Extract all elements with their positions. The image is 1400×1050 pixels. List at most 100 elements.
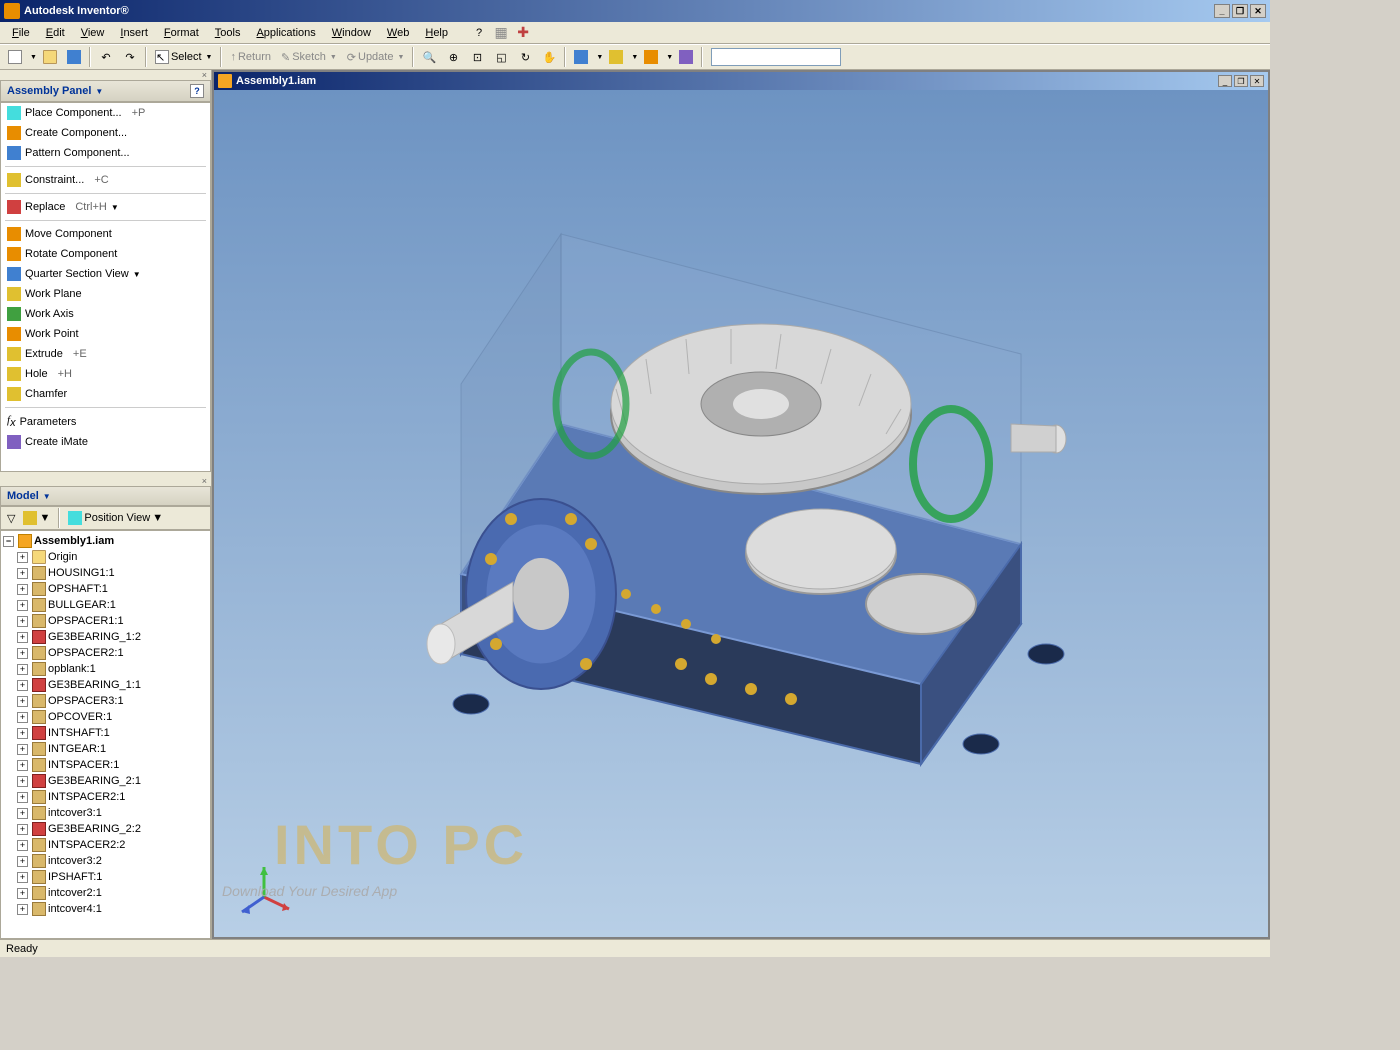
main-toolbar: ▼ ↶ ↷ ↖Select▼ ↑Return ✎Sketch▼ ⟳Update▼… — [0, 44, 1270, 70]
tree-item-housing1-1[interactable]: +HOUSING1:1 — [3, 565, 208, 581]
assembly-panel-body: Place Component...+PCreate Component...P… — [0, 102, 211, 472]
update-tool[interactable]: ⟳Update▼ — [343, 51, 409, 64]
watermark-text: INTO PC — [274, 812, 528, 877]
analyze-button[interactable] — [675, 46, 697, 68]
model-close-x[interactable]: × — [0, 476, 211, 486]
panel-item-work-axis[interactable]: Work Axis — [1, 304, 210, 324]
panel-item-move-component[interactable]: Move Component — [1, 224, 210, 244]
tree-item-opcover-1[interactable]: +OPCOVER:1 — [3, 709, 208, 725]
persp-button[interactable] — [640, 46, 662, 68]
tree-item-intcover4-1[interactable]: +intcover4:1 — [3, 901, 208, 917]
menu-web[interactable]: Web — [379, 25, 417, 41]
select-tool[interactable]: ↖Select▼ — [151, 50, 217, 64]
pan-button[interactable]: ✋ — [538, 46, 560, 68]
tree-item-ge3bearing-2-1[interactable]: +GE3BEARING_2:1 — [3, 773, 208, 789]
viewport-titlebar: Assembly1.iam _ ❐ ✕ — [214, 72, 1268, 90]
new-button[interactable] — [4, 46, 26, 68]
filter2-button[interactable]: ▼ — [21, 509, 52, 527]
tree-item-ge3bearing-1-1[interactable]: +GE3BEARING_1:1 — [3, 677, 208, 693]
panel-close-x[interactable]: × — [0, 70, 211, 80]
open-button[interactable] — [39, 46, 61, 68]
app-icon — [4, 3, 20, 19]
menu-applications[interactable]: Applications — [248, 25, 323, 41]
assembly-icon — [218, 74, 232, 88]
tree-item-origin[interactable]: +Origin — [3, 549, 208, 565]
menu-help[interactable]: Help — [417, 25, 456, 41]
tree-item-opshaft-1[interactable]: +OPSHAFT:1 — [3, 581, 208, 597]
menubar: FileEditViewInsertFormatToolsApplication… — [0, 22, 1270, 44]
zoom-fit-button[interactable]: ◱ — [490, 46, 512, 68]
status-text: Ready — [6, 943, 38, 955]
panel-help-icon[interactable]: ? — [190, 84, 204, 98]
panel-item-create-component-[interactable]: Create Component... — [1, 123, 210, 143]
undo-button[interactable]: ↶ — [95, 46, 117, 68]
panel-item-quarter-section-view[interactable]: Quarter Section View ▼ — [1, 264, 210, 284]
vp-minimize-button[interactable]: _ — [1218, 75, 1232, 87]
statusbar: Ready — [0, 939, 1270, 957]
app-titlebar: Autodesk Inventor® _ ❐ ✕ — [0, 0, 1270, 22]
zoom-window-button[interactable]: ⊡ — [466, 46, 488, 68]
tree-item-intcover3-1[interactable]: +intcover3:1 — [3, 805, 208, 821]
vp-close-button[interactable]: ✕ — [1250, 75, 1264, 87]
menu-file[interactable]: File — [4, 25, 38, 41]
panel-item-place-component-[interactable]: Place Component...+P — [1, 103, 210, 123]
restore-button[interactable]: ❐ — [1232, 4, 1248, 18]
tree-item-intgear-1[interactable]: +INTGEAR:1 — [3, 741, 208, 757]
model-panel-header[interactable]: Model▼ — [0, 486, 211, 506]
menu-format[interactable]: Format — [156, 25, 207, 41]
plus-icon[interactable]: ✚ — [512, 22, 534, 44]
save-button[interactable] — [63, 46, 85, 68]
3d-viewport[interactable]: INTO PC Download Your Desired App — [214, 90, 1268, 937]
tree-item-intspacer2-1[interactable]: +INTSPACER2:1 — [3, 789, 208, 805]
zoom-button[interactable]: 🔍 — [418, 46, 440, 68]
return-tool[interactable]: ↑Return — [226, 51, 275, 63]
sketch-tool[interactable]: ✎Sketch▼ — [277, 51, 341, 64]
panel-item-replace[interactable]: ReplaceCtrl+H ▼ — [1, 197, 210, 217]
menu-tools[interactable]: Tools — [207, 25, 249, 41]
tree-root[interactable]: −Assembly1.iam — [3, 533, 208, 549]
display-mode-button[interactable] — [570, 46, 592, 68]
material-combo[interactable] — [711, 48, 841, 66]
shadow-button[interactable] — [605, 46, 627, 68]
tree-item-bullgear-1[interactable]: +BULLGEAR:1 — [3, 597, 208, 613]
panel-item-pattern-component-[interactable]: Pattern Component... — [1, 143, 210, 163]
tree-item-intshaft-1[interactable]: +INTSHAFT:1 — [3, 725, 208, 741]
tree-item-ipshaft-1[interactable]: +IPSHAFT:1 — [3, 869, 208, 885]
menu-insert[interactable]: Insert — [112, 25, 156, 41]
panel-item-chamfer[interactable]: Chamfer — [1, 384, 210, 404]
tree-item-opspacer3-1[interactable]: +OPSPACER3:1 — [3, 693, 208, 709]
tree-item-opspacer2-1[interactable]: +OPSPACER2:1 — [3, 645, 208, 661]
redo-button[interactable]: ↷ — [119, 46, 141, 68]
tree-item-intcover3-2[interactable]: +intcover3:2 — [3, 853, 208, 869]
menu-window[interactable]: Window — [324, 25, 379, 41]
tree-item-intcover2-1[interactable]: +intcover2:1 — [3, 885, 208, 901]
panel-item-parameters[interactable]: fx Parameters — [1, 411, 210, 432]
panel-item-extrude[interactable]: Extrude+E — [1, 344, 210, 364]
menu-view[interactable]: View — [73, 25, 113, 41]
assembly-panel-header[interactable]: Assembly Panel▼ ? — [0, 80, 211, 102]
menu-help-icon[interactable]: ? — [468, 25, 490, 41]
panel-item-constraint-[interactable]: Constraint...+C — [1, 170, 210, 190]
panel-item-hole[interactable]: Hole+H — [1, 364, 210, 384]
zoom2-button[interactable]: ⊕ — [442, 46, 464, 68]
panel-item-rotate-component[interactable]: Rotate Component — [1, 244, 210, 264]
model-subtoolbar: ▽ ▼ Position View ▼ — [0, 506, 211, 530]
tree-item-opspacer1-1[interactable]: +OPSPACER1:1 — [3, 613, 208, 629]
gearbox-model — [391, 214, 1091, 814]
filter-button[interactable]: ▽ — [5, 510, 17, 527]
vp-restore-button[interactable]: ❐ — [1234, 75, 1248, 87]
panel-item-work-point[interactable]: Work Point — [1, 324, 210, 344]
panel-item-work-plane[interactable]: Work Plane — [1, 284, 210, 304]
tree-item-intspacer-1[interactable]: +INTSPACER:1 — [3, 757, 208, 773]
tree-item-ge3bearing-1-2[interactable]: +GE3BEARING_1:2 — [3, 629, 208, 645]
close-button[interactable]: ✕ — [1250, 4, 1266, 18]
position-view-button[interactable]: Position View ▼ — [66, 509, 165, 527]
minimize-button[interactable]: _ — [1214, 4, 1230, 18]
menu-edit[interactable]: Edit — [38, 25, 73, 41]
tree-item-ge3bearing-2-2[interactable]: +GE3BEARING_2:2 — [3, 821, 208, 837]
tree-item-opblank-1[interactable]: +opblank:1 — [3, 661, 208, 677]
rotate-button[interactable]: ↻ — [514, 46, 536, 68]
grid-icon[interactable]: ▦ — [490, 22, 512, 44]
panel-item-create-imate[interactable]: Create iMate — [1, 432, 210, 452]
tree-item-intspacer2-2[interactable]: +INTSPACER2:2 — [3, 837, 208, 853]
